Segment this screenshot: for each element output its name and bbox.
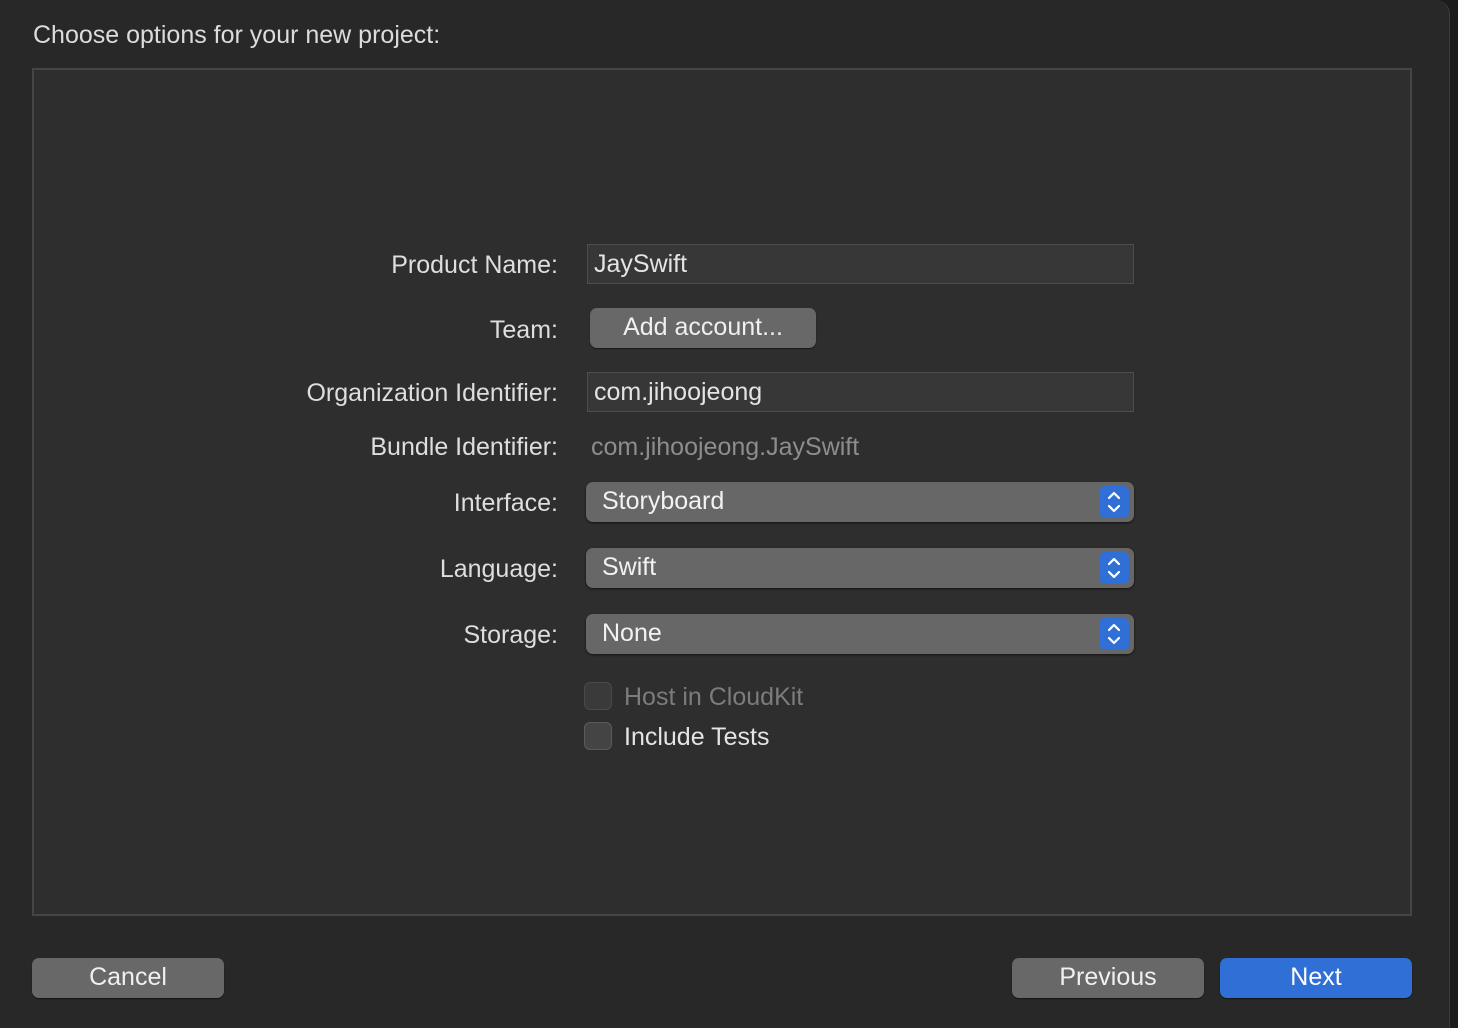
interface-label: Interface: <box>453 489 558 517</box>
chevron-up-down-icon <box>1099 618 1129 650</box>
storage-popup[interactable]: None <box>586 614 1134 654</box>
add-account-button[interactable]: Add account... <box>590 308 816 348</box>
language-label: Language: <box>439 555 558 583</box>
chevron-up-down-icon <box>1099 552 1129 584</box>
organization-identifier-label: Organization Identifier: <box>306 379 558 407</box>
storage-selected-value: None <box>602 619 662 647</box>
include-tests-checkbox[interactable] <box>584 722 612 750</box>
include-tests-label[interactable]: Include Tests <box>624 720 769 754</box>
host-in-cloudkit-checkbox <box>584 682 612 710</box>
interface-selected-value: Storyboard <box>602 487 725 515</box>
team-label: Team: <box>489 316 558 344</box>
cancel-button[interactable]: Cancel <box>32 958 224 998</box>
bundle-identifier-label: Bundle Identifier: <box>370 433 558 461</box>
storage-label: Storage: <box>463 621 558 649</box>
host-in-cloudkit-label: Host in CloudKit <box>624 683 804 711</box>
language-selected-value: Swift <box>602 553 657 581</box>
dialog-heading: Choose options for your new project: <box>33 21 441 49</box>
next-button[interactable]: Next <box>1220 958 1412 998</box>
product-name-label: Product Name: <box>391 251 558 279</box>
product-name-input[interactable] <box>587 244 1134 284</box>
chevron-up-down-icon <box>1099 486 1129 518</box>
interface-popup[interactable]: Storyboard <box>586 482 1134 522</box>
language-popup[interactable]: Swift <box>586 548 1134 588</box>
bundle-identifier-value: com.jihoojeong.JaySwift <box>591 433 860 461</box>
organization-identifier-input[interactable] <box>587 372 1134 412</box>
new-project-sheet: Choose options for your new project: Pro… <box>0 0 1450 1028</box>
previous-button[interactable]: Previous <box>1012 958 1204 998</box>
